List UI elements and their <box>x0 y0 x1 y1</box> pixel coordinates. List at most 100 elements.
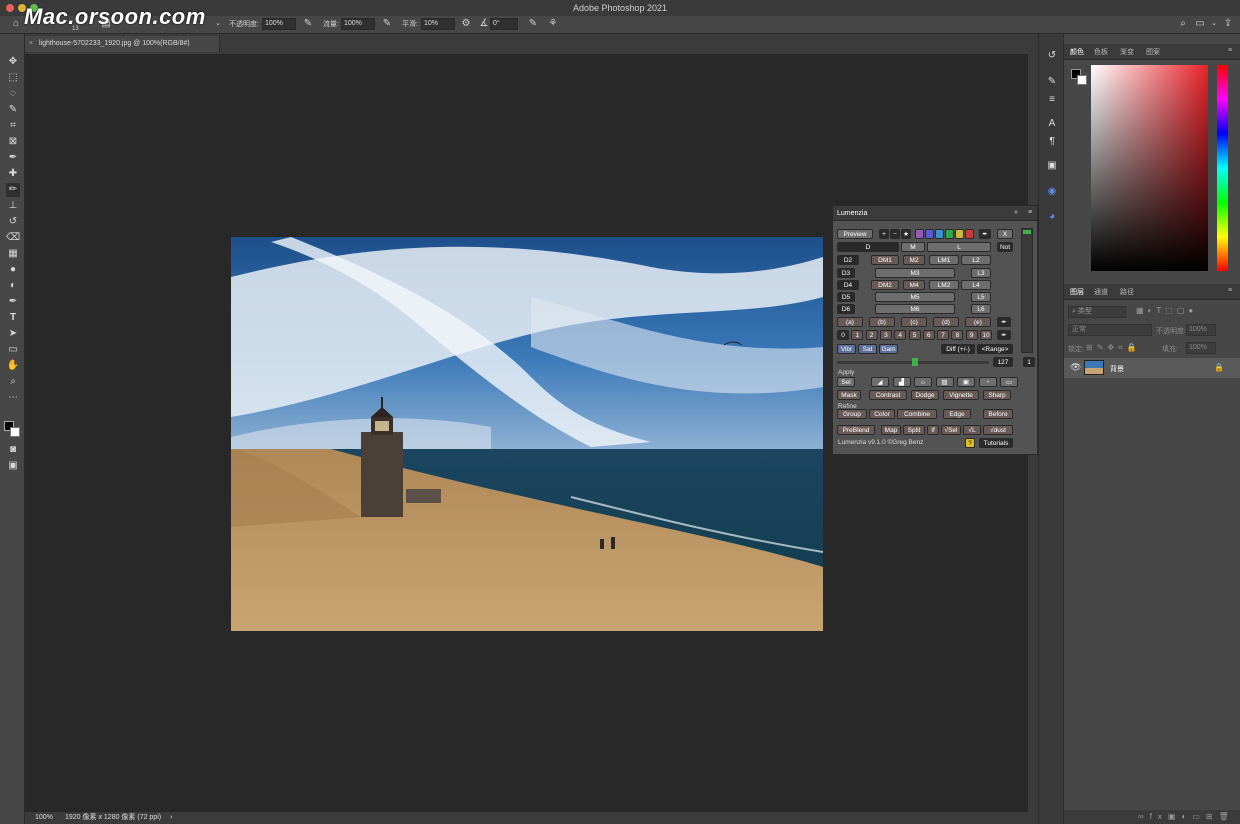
zone-M4[interactable]: M4 <box>903 280 925 290</box>
tutorials-button[interactable]: Tutorials <box>979 438 1013 448</box>
mode-chevron-icon[interactable]: ⌄ <box>212 18 224 30</box>
adjust-button-vibr[interactable]: Vibr <box>837 344 856 354</box>
refine-button-before[interactable]: Before <box>983 409 1013 419</box>
symmetry-icon[interactable]: ⚘ <box>547 18 559 30</box>
number-button-9[interactable]: 9 <box>965 330 978 340</box>
not-button[interactable]: Not <box>997 242 1013 252</box>
paragraph-panel-icon[interactable]: ¶ <box>1046 136 1058 148</box>
range-side-value[interactable]: 1 <box>1023 357 1035 367</box>
number-button-0[interactable]: 0 <box>837 330 849 340</box>
number-button-5[interactable]: 5 <box>908 330 921 340</box>
adjust-button-gam[interactable]: Gam <box>879 344 898 354</box>
angle-field[interactable]: 0° <box>490 18 518 30</box>
type-tool-icon[interactable]: T <box>6 311 20 325</box>
number-button-8[interactable]: 8 <box>951 330 964 340</box>
document-image[interactable] <box>231 237 823 631</box>
zoom-level[interactable]: 100% <box>35 812 53 824</box>
zone-M6[interactable]: M6 <box>875 304 955 314</box>
zone-L2[interactable]: L2 <box>961 255 991 265</box>
range-value[interactable]: 127 <box>993 357 1013 367</box>
color-swatch-3[interactable] <box>945 229 954 239</box>
marquee-tool-icon[interactable]: ⬚ <box>6 71 20 85</box>
apply-icon-4[interactable]: ▣ <box>957 377 975 387</box>
zone-M2[interactable]: M2 <box>903 255 925 265</box>
zone-L6[interactable]: L6 <box>971 304 991 314</box>
sel-button[interactable]: Sel <box>837 377 855 387</box>
layers-footer-icons[interactable]: ∞fx▣◐▭⊞🗑 <box>1064 810 1240 824</box>
bottom-button-5[interactable]: √L <box>963 425 981 435</box>
apply-button-sharp[interactable]: Sharp <box>983 390 1011 400</box>
apply-icon-0[interactable]: ◢ <box>871 377 889 387</box>
home-icon[interactable]: ⌂ <box>10 18 22 30</box>
color-swatch-1[interactable] <box>925 229 934 239</box>
bottom-button-1[interactable]: Map <box>881 425 901 435</box>
pressure-opacity-icon[interactable]: ✎ <box>302 18 314 30</box>
apply-icon-6[interactable]: ▭ <box>1000 377 1018 387</box>
path-select-tool-icon[interactable]: ➤ <box>6 327 20 341</box>
number-button-2[interactable]: 2 <box>865 330 878 340</box>
airbrush-icon[interactable]: ✎ <box>381 18 393 30</box>
number-button-4[interactable]: 4 <box>894 330 907 340</box>
zone-L[interactable]: L <box>927 242 991 252</box>
quick-icon-1[interactable]: − <box>890 229 900 239</box>
opacity-field[interactable]: 100% <box>262 18 296 30</box>
close-preview-button[interactable]: X <box>997 229 1013 239</box>
zone-D2[interactable]: D2 <box>837 255 859 265</box>
zone-L5[interactable]: L5 <box>971 292 991 302</box>
hue-slider[interactable] <box>1217 65 1228 271</box>
refine-button-combine[interactable]: Combine <box>897 409 937 419</box>
apply-icon-5[interactable]: ◔ <box>978 377 997 387</box>
collapse-panel-icon[interactable]: » <box>1014 209 1018 216</box>
brush-tool-icon[interactable]: ✏ <box>6 183 20 197</box>
gradient-tool-icon[interactable]: ▦ <box>6 247 20 261</box>
color-background-swatch[interactable] <box>1077 75 1087 85</box>
layer-name[interactable]: 背景 <box>1110 364 1124 374</box>
lasso-tool-icon[interactable]: ◌ <box>6 87 20 101</box>
paren-button-2[interactable]: (c) <box>901 317 927 327</box>
tab-color[interactable]: 颜色 <box>1070 47 1084 57</box>
zone-D4[interactable]: D4 <box>837 280 859 290</box>
color-swatch-2[interactable] <box>935 229 944 239</box>
paren-eyedropper-icon[interactable]: ✒ <box>997 317 1011 327</box>
zone-LM2[interactable]: LM2 <box>929 280 959 290</box>
color-swatch-0[interactable] <box>915 229 924 239</box>
zone-D5[interactable]: D5 <box>837 292 855 302</box>
help-button[interactable]: ? <box>965 438 975 448</box>
zoom-tool-icon[interactable]: ⌕ <box>6 375 20 389</box>
rectangle-tool-icon[interactable]: ▭ <box>6 343 20 357</box>
layer-opacity-field[interactable]: 100% <box>1186 324 1216 336</box>
frame-tool-icon[interactable]: ⊠ <box>6 135 20 149</box>
preview-select[interactable]: Preview <box>837 229 873 239</box>
apply-button-contrast[interactable]: Contrast <box>869 390 907 400</box>
number-button-10[interactable]: 10 <box>980 330 992 340</box>
paren-button-1[interactable]: (b) <box>869 317 895 327</box>
panel-menu-icon[interactable]: ≡ <box>1228 47 1232 54</box>
eyedropper-icon[interactable]: ✒ <box>979 229 991 239</box>
eraser-tool-icon[interactable]: ⌫ <box>6 231 20 245</box>
tab-patterns[interactable]: 图案 <box>1146 47 1160 57</box>
tab-gradients[interactable]: 渐变 <box>1120 47 1134 57</box>
bottom-button-6[interactable]: √dust <box>983 425 1013 435</box>
move-tool-icon[interactable]: ✥ <box>6 55 20 69</box>
refine-button-group[interactable]: Group <box>837 409 867 419</box>
diff-button[interactable]: Diff (+/-) <box>941 344 975 354</box>
lock-icons[interactable]: ⊞✎✥⌗🔒 <box>1086 343 1141 353</box>
pen-tool-icon[interactable]: ✒ <box>6 295 20 309</box>
crop-tool-icon[interactable]: ⌗ <box>6 119 20 133</box>
apply-button-vignette[interactable]: Vignette <box>943 390 979 400</box>
zone-DM1[interactable]: DM1 <box>871 255 899 265</box>
number-button-7[interactable]: 7 <box>937 330 950 340</box>
color-swatch-5[interactable] <box>965 229 974 239</box>
apply-icon-1[interactable]: ▟ <box>892 377 911 387</box>
zone-M3[interactable]: M3 <box>875 268 955 278</box>
color-picker-field[interactable] <box>1091 65 1208 271</box>
zone-M[interactable]: M <box>901 242 925 252</box>
bottom-button-3[interactable]: If <box>927 425 939 435</box>
layers-menu-icon[interactable]: ≡ <box>1228 287 1232 294</box>
tab-paths[interactable]: 路径 <box>1120 287 1134 297</box>
layer-filter-icons[interactable]: ▦◐T⬚▢● <box>1136 306 1197 315</box>
screen-mode-icon[interactable]: ▣ <box>6 459 20 473</box>
share-icon[interactable]: ⇪ <box>1222 18 1234 30</box>
background-color-swatch[interactable] <box>10 427 20 437</box>
zone-DM2[interactable]: DM2 <box>871 280 899 290</box>
